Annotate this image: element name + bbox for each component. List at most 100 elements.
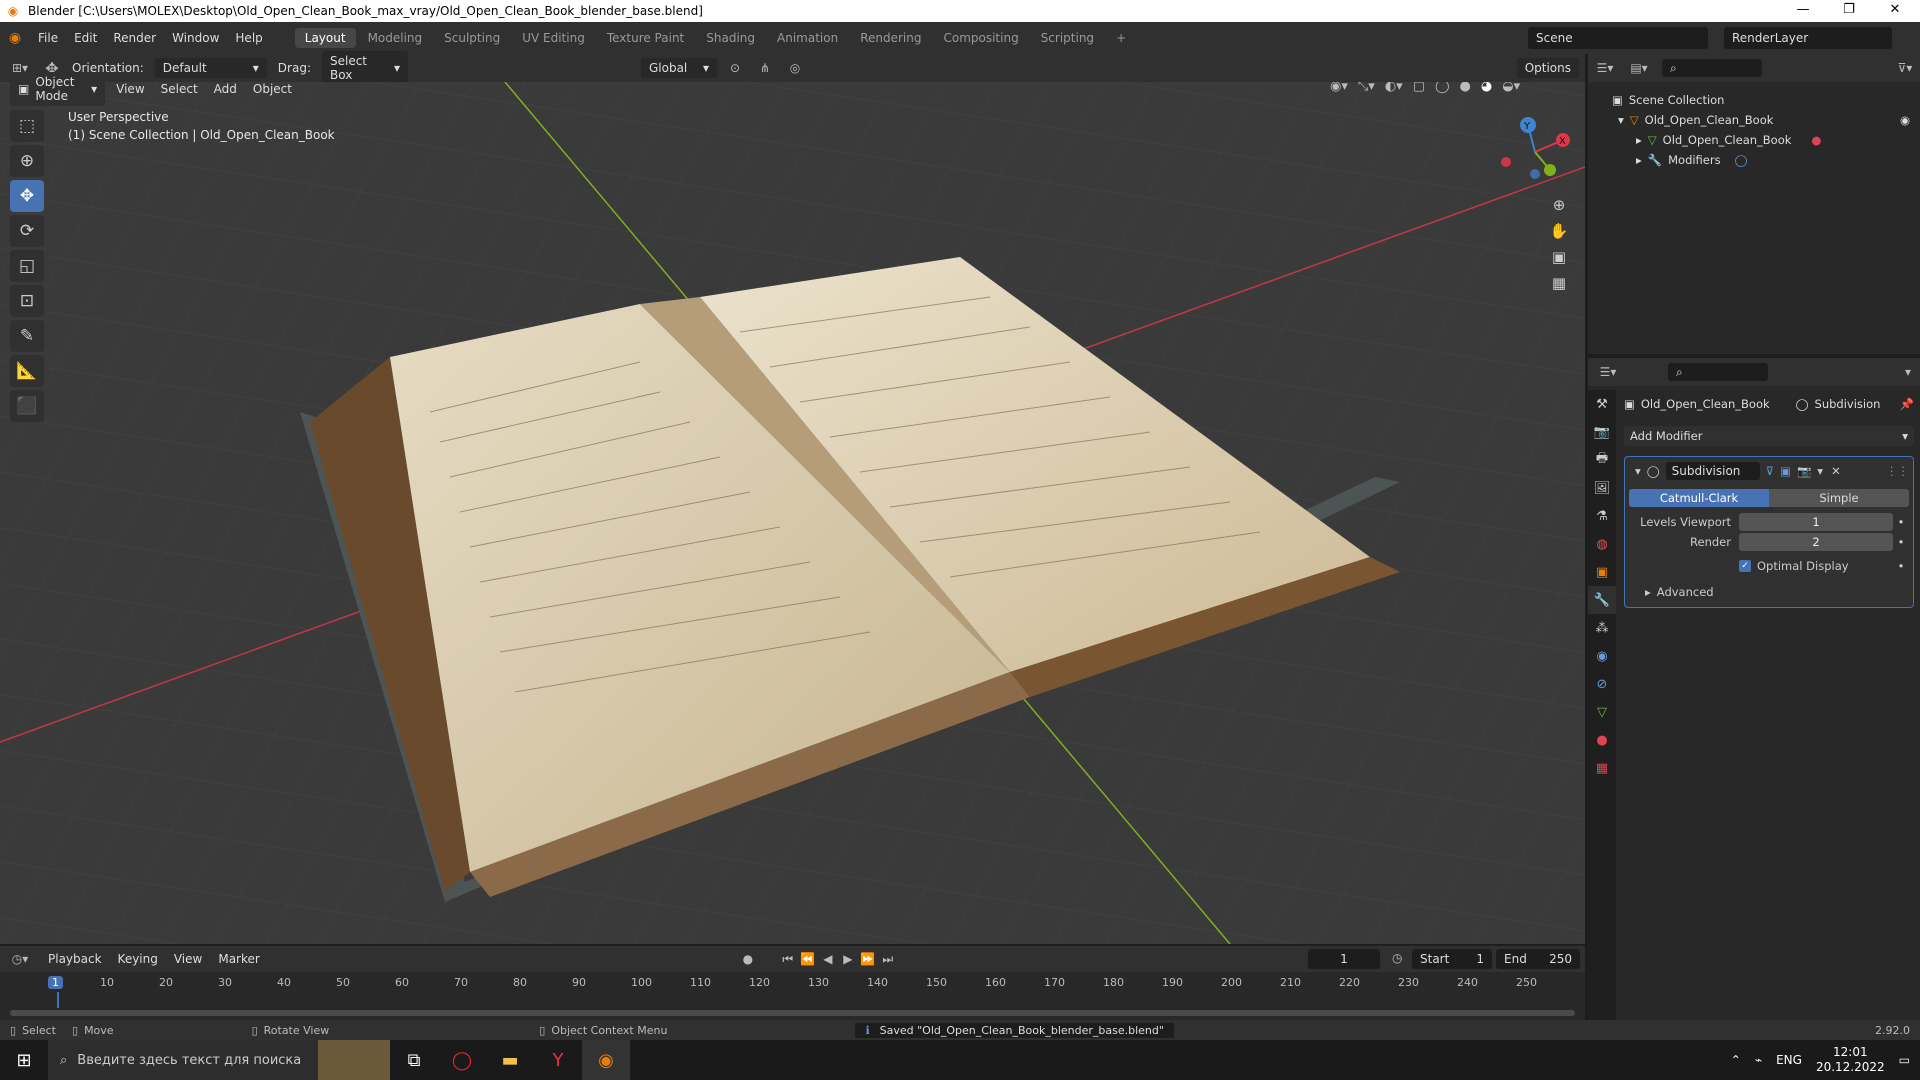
add-workspace-button[interactable]: + [1106,28,1136,48]
pivot-point-icon[interactable]: ⊙ [720,61,750,75]
rendered-shading-icon[interactable]: ◒▾ [1502,82,1520,94]
chevron-up-icon[interactable]: ⌃ [1731,1053,1741,1067]
blender-menu-icon[interactable]: ◉ [0,30,30,46]
transform-tool-icon[interactable]: ⊡ [10,285,44,317]
jump-start-icon[interactable]: ⏮ [778,952,798,967]
modifier-name-field[interactable]: Subdivision [1665,462,1760,480]
play-reverse-icon[interactable]: ◀ [818,952,838,966]
yandex-browser-icon[interactable]: Y [534,1040,582,1080]
material-tab-icon[interactable]: ● [1588,726,1616,754]
drag-dropdown[interactable]: Select Box ▾ [321,51,408,85]
menu-help[interactable]: Help [227,31,270,45]
timeline-editor-icon[interactable]: ◷▾ [0,952,40,966]
outliner-search-input[interactable]: ⌕ [1662,59,1762,77]
object-tab-icon[interactable]: ▣ [1588,558,1616,586]
outliner-row-scene-collection[interactable]: ▣ Scene Collection [1588,90,1920,110]
outliner-row-mesh[interactable]: ▸ ▽ Old_Open_Clean_Book ● [1588,130,1920,150]
status-report[interactable]: ℹ Saved "Old_Open_Clean_Book_blender_bas… [855,1022,1174,1038]
grid-perspective-icon[interactable]: ▦ [1546,270,1572,296]
blender-taskbar-icon[interactable]: ◉ [582,1040,630,1080]
file-explorer-icon[interactable]: ▬ [486,1040,534,1080]
viewport-menu-object[interactable]: Object [245,82,300,96]
timeline-scrollbar[interactable] [10,1010,1575,1016]
cursor-tool-icon[interactable]: ⊕ [10,145,44,177]
play-icon[interactable]: ▶ [838,952,858,966]
expand-arrow-icon[interactable]: ▸ [1636,133,1642,147]
zoom-icon[interactable]: ⊕ [1546,192,1572,218]
catmull-clark-button[interactable]: Catmull-Clark [1629,489,1769,507]
timeline-menu-view[interactable]: View [166,952,210,966]
tool-tab-icon[interactable]: ⚒ [1588,390,1616,418]
physics-tab-icon[interactable]: ◉ [1588,642,1616,670]
record-icon[interactable]: ● [738,952,758,966]
minimize-button[interactable]: — [1780,0,1826,22]
particles-tab-icon[interactable]: ⁂ [1588,614,1616,642]
timeline-menu-playback[interactable]: Playback [40,952,110,966]
outliner-row-modifiers[interactable]: ▸ 🔧 Modifiers ◯ [1588,150,1920,170]
move-tool-button[interactable]: ✥ [10,180,44,212]
select-box-tool-icon[interactable]: ⬚ [10,110,44,142]
tab-texture-paint[interactable]: Texture Paint [597,28,694,48]
prev-keyframe-icon[interactable]: ⏪ [798,952,818,966]
gizmo-toggle-icon[interactable]: ⤡▾ [1358,82,1375,94]
tab-scripting[interactable]: Scripting [1031,28,1104,48]
next-keyframe-icon[interactable]: ⏩ [858,952,878,966]
properties-editor-icon[interactable]: ☰▾ [1588,365,1628,379]
annotate-tool-icon[interactable]: ✎ [10,320,44,352]
keyframe-dot-icon[interactable]: • [1893,535,1909,549]
timeline-ruler[interactable]: 1 10 20 30 40 50 60 70 80 90 100 110 120 130 140 150 160… [0,972,1585,1020]
properties-search-input[interactable]: ⌕ [1668,363,1768,381]
mode-dropdown[interactable]: ▣ Object Mode ▾ [10,72,106,106]
network-icon[interactable]: ⌁ [1755,1053,1762,1067]
viewport-menu-view[interactable]: View [108,82,152,96]
pin-icon[interactable]: 📌 [1900,397,1914,411]
expand-arrow-icon[interactable]: ▸ [1636,153,1642,167]
tab-shading[interactable]: Shading [696,28,765,48]
close-icon[interactable]: ✕ [1831,464,1841,478]
scene-selector[interactable]: Scene [1528,27,1708,49]
camera-icon[interactable]: ▣ [1546,244,1572,270]
display-mode-icon[interactable]: ▤▾ [1622,61,1656,75]
search-highlight-image[interactable] [318,1040,390,1080]
close-button[interactable]: ✕ [1872,0,1918,22]
view-layer-selector[interactable]: RenderLayer [1724,27,1892,49]
notifications-icon[interactable]: ▭ [1899,1053,1910,1067]
levels-viewport-field[interactable]: 1 [1739,513,1893,531]
add-modifier-dropdown[interactable]: Add Modifier ▾ [1624,426,1914,446]
rotate-tool-icon[interactable]: ⟳ [10,215,44,247]
render-tab-icon[interactable]: 📷 [1588,418,1616,446]
clock-icon[interactable]: ◷ [1392,951,1402,965]
scene-tab-icon[interactable]: ⚗ [1588,502,1616,530]
menu-edit[interactable]: Edit [66,31,105,45]
current-frame-field[interactable]: 1 [1308,949,1380,969]
tab-uv-editing[interactable]: UV Editing [512,28,595,48]
windows-start-icon[interactable]: ⊞ [0,1040,48,1080]
tab-compositing[interactable]: Compositing [933,28,1028,48]
constraints-tab-icon[interactable]: ⊘ [1588,670,1616,698]
texture-tab-icon[interactable]: ▦ [1588,754,1616,782]
jump-end-icon[interactable]: ⏭ [878,952,898,967]
restore-button[interactable]: ❐ [1826,0,1872,22]
optimal-display-checkbox[interactable]: ✓ [1739,560,1751,572]
chevron-down-icon[interactable]: ▾ [1817,464,1823,478]
tab-layout[interactable]: Layout [294,28,356,48]
expand-arrow-icon[interactable]: ▾ [1618,113,1624,127]
wireframe-shading-icon[interactable]: ◯ [1435,82,1450,94]
modifier-tab-icon[interactable]: 🔧 [1588,586,1616,614]
render-toggle-icon[interactable]: 📷 [1797,464,1811,478]
tab-modeling[interactable]: Modeling [358,28,433,48]
measure-tool-icon[interactable]: 📐 [10,355,44,387]
filter-icon[interactable]: ⊽▾ [1890,61,1920,75]
tab-rendering[interactable]: Rendering [850,28,931,48]
taskbar-search-box[interactable]: ⌕ Введите здесь текст для поиска [48,1040,318,1080]
snap-icon[interactable]: ⋔ [750,61,780,75]
realtime-toggle-icon[interactable]: ▣ [1780,464,1791,478]
playhead-frame-label[interactable]: 1 [48,976,63,989]
drag-handle-icon[interactable]: ⋮⋮ [1886,464,1909,478]
collapse-arrow-icon[interactable]: ▾ [1635,464,1641,478]
advanced-subpanel[interactable]: ▸ Advanced [1629,583,1909,601]
proportional-edit-icon[interactable]: ◎ [780,61,810,75]
solid-shading-icon[interactable]: ● [1460,82,1471,94]
viewport-menu-add[interactable]: Add [206,82,245,96]
keyframe-dot-icon[interactable]: • [1893,559,1909,573]
